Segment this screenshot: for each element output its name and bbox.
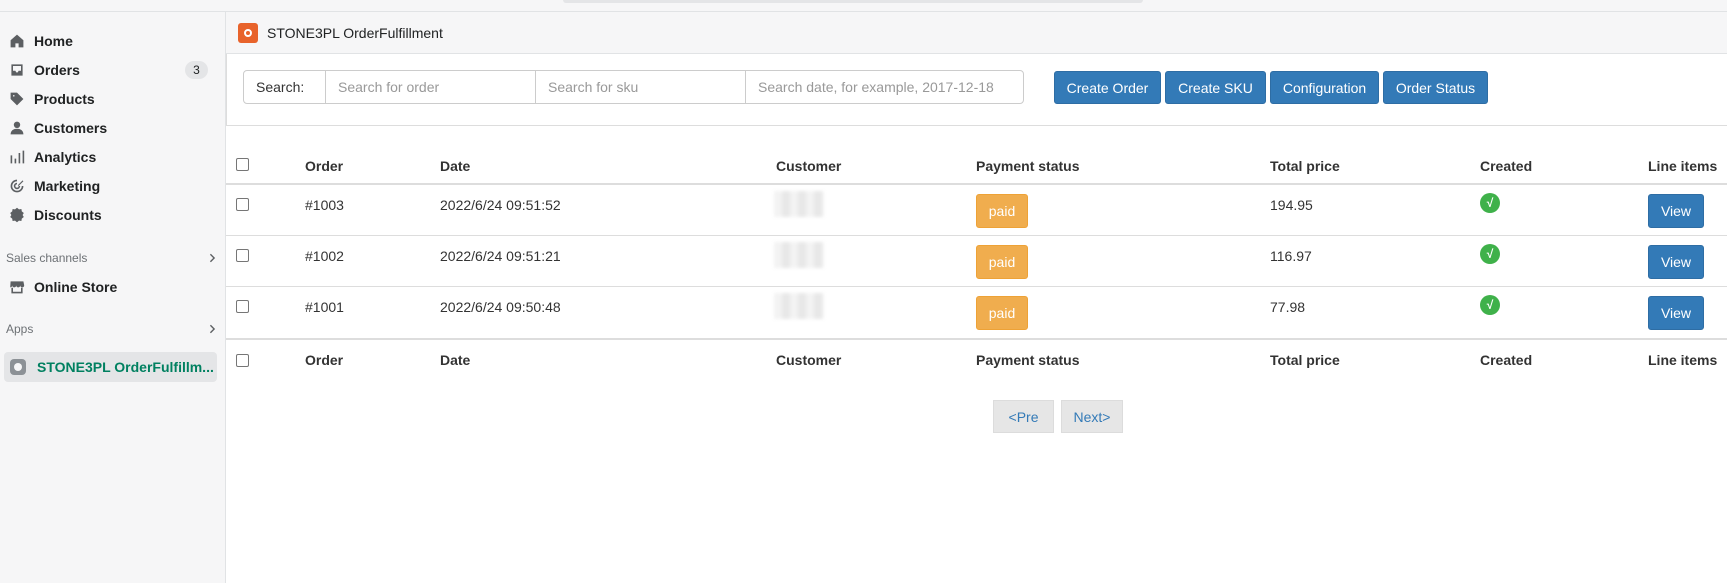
prev-page-button[interactable]: <Pre (993, 400, 1054, 433)
configuration-button[interactable]: Configuration (1270, 71, 1379, 104)
column-header-date: Date (440, 158, 471, 174)
column-footer-line-items: Line items (1648, 352, 1718, 368)
total-price: 116.97 (1270, 248, 1312, 264)
total-price: 194.95 (1270, 197, 1313, 213)
payment-status-badge: paid (976, 194, 1028, 228)
person-icon (8, 119, 26, 137)
column-footer-customer: Customer (776, 352, 842, 368)
order-status-button[interactable]: Order Status (1383, 71, 1488, 104)
section-label: Sales channels (6, 251, 88, 265)
create-sku-button[interactable]: Create SKU (1165, 71, 1266, 104)
order-date: 2022/6/24 09:51:21 (440, 248, 561, 264)
column-header-line-items: Line items (1648, 158, 1718, 174)
payment-status-badge: paid (976, 245, 1028, 279)
order-search-input[interactable] (325, 70, 536, 104)
sidebar-item-analytics[interactable]: Analytics (0, 142, 226, 171)
sidebar-item-label: Online Store (34, 278, 118, 295)
created-check-icon: √ (1480, 193, 1500, 213)
next-page-button[interactable]: Next> (1061, 400, 1123, 433)
column-footer-payment-status: Payment status (976, 352, 1080, 368)
table-row: #1002 2022/6/24 09:51:21 paid 116.97 √ V… (226, 236, 1727, 287)
app-header: STONE3PL OrderFulfillment (226, 12, 1727, 54)
column-header-payment-status: Payment status (976, 158, 1080, 174)
create-order-button[interactable]: Create Order (1054, 71, 1161, 104)
sidebar-item-customers[interactable]: Customers (0, 113, 226, 142)
order-date: 2022/6/24 09:50:48 (440, 299, 561, 315)
order-number: #1002 (305, 248, 344, 264)
view-line-items-button[interactable]: View (1648, 245, 1704, 279)
select-all-checkbox-footer[interactable] (236, 354, 249, 367)
view-line-items-button[interactable]: View (1648, 194, 1704, 228)
sidebar-item-active-app[interactable]: STONE3PL OrderFulfillm... (4, 352, 217, 382)
inbox-icon (8, 61, 26, 79)
toolbar: Search: Create Order Create SKU Configur… (226, 54, 1727, 126)
top-search-bar[interactable] (563, 0, 1143, 3)
app-logo-icon (238, 22, 258, 43)
order-date: 2022/6/24 09:51:52 (440, 197, 561, 213)
sidebar-item-marketing[interactable]: Marketing (0, 171, 226, 200)
table-footer-row: Order Date Customer Payment status Total… (226, 338, 1727, 384)
sidebar-item-label: STONE3PL OrderFulfillm... (37, 359, 214, 375)
customer-name-redacted (774, 242, 824, 268)
date-search-input[interactable] (745, 70, 1024, 104)
chevron-right-icon (209, 324, 216, 334)
sku-search-input[interactable] (535, 70, 746, 104)
table-row: #1003 2022/6/24 09:51:52 paid 194.95 √ V… (226, 185, 1727, 236)
search-group: Search: (243, 70, 1024, 104)
app-title: STONE3PL OrderFulfillment (267, 24, 443, 41)
chevron-right-icon (209, 253, 216, 263)
column-footer-order: Order (305, 352, 344, 368)
order-number: #1003 (305, 197, 344, 213)
column-footer-created: Created (1480, 352, 1533, 368)
column-header-customer: Customer (776, 158, 842, 174)
view-line-items-button[interactable]: View (1648, 296, 1704, 330)
table-header-row: Order Date Customer Payment status Total… (226, 126, 1727, 185)
total-price: 77.98 (1270, 299, 1306, 315)
column-header-created: Created (1480, 158, 1533, 174)
sidebar-item-label: Orders (34, 61, 80, 78)
sidebar-item-products[interactable]: Products (0, 84, 226, 113)
section-label: Apps (6, 322, 34, 336)
sidebar-item-orders[interactable]: Orders 3 (0, 55, 226, 84)
row-checkbox[interactable] (236, 300, 249, 313)
apps-section[interactable]: Apps (6, 318, 220, 340)
column-header-order: Order (305, 158, 344, 174)
sidebar-item-label: Customers (34, 119, 108, 136)
sidebar-item-online-store[interactable]: Online Store (0, 272, 226, 301)
target-icon (8, 177, 26, 195)
discount-icon (8, 206, 26, 224)
search-label: Search: (243, 70, 326, 104)
sidebar-item-label: Discounts (34, 206, 102, 223)
sidebar-item-label: Analytics (34, 148, 97, 165)
created-check-icon: √ (1480, 244, 1500, 264)
browser-top-bar (0, 0, 1727, 12)
app-icon (9, 358, 27, 376)
sales-channels-section[interactable]: Sales channels (6, 247, 220, 269)
column-header-total-price: Total price (1270, 158, 1340, 174)
sidebar-item-discounts[interactable]: Discounts (0, 200, 226, 229)
payment-status-badge: paid (976, 296, 1028, 330)
row-checkbox[interactable] (236, 198, 249, 211)
created-check-icon: √ (1480, 295, 1500, 315)
bar-chart-icon (8, 148, 26, 166)
column-footer-total-price: Total price (1270, 352, 1340, 368)
store-icon (8, 278, 26, 296)
sidebar-item-label: Home (34, 32, 73, 49)
row-checkbox[interactable] (236, 249, 249, 262)
table-row: #1001 2022/6/24 09:50:48 paid 77.98 √ Vi… (226, 287, 1727, 338)
column-footer-date: Date (440, 352, 471, 368)
order-number: #1001 (305, 299, 344, 315)
sidebar: Home Orders 3 Products Customers Analyti… (0, 12, 226, 583)
customer-name-redacted (774, 293, 824, 319)
select-all-checkbox[interactable] (236, 158, 249, 171)
sidebar-item-home[interactable]: Home (0, 26, 226, 55)
customer-name-redacted (774, 191, 824, 217)
sidebar-item-label: Marketing (34, 177, 101, 194)
sidebar-item-label: Products (34, 90, 95, 107)
orders-count-badge: 3 (185, 61, 208, 79)
home-icon (8, 32, 26, 50)
tag-icon (8, 90, 26, 108)
